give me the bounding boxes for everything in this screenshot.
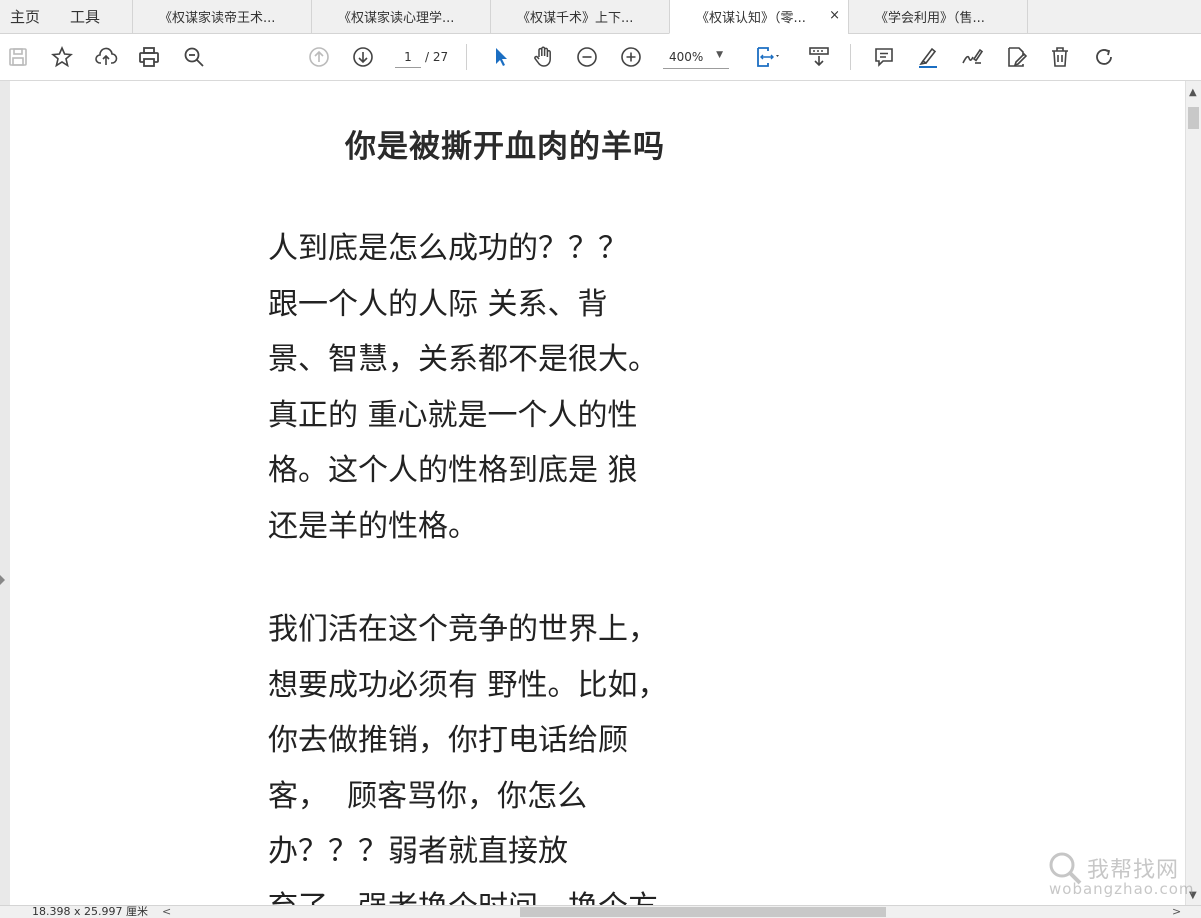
zoom-in-icon[interactable] [617, 43, 645, 71]
document-page: 你是被撕开血肉的羊吗 人到底是怎么成功的？？？ 跟一个人的人际 关系、背 景、智… [10, 81, 1185, 905]
chevron-down-icon: ▼ [716, 50, 723, 60]
text-line: 你去做推销，你打电话给顾 [268, 723, 628, 758]
zoom-search-icon[interactable] [180, 43, 208, 71]
scroll-left-icon[interactable]: < [162, 906, 171, 918]
status-bar: 18.398 x 25.997 厘米 < > [0, 905, 1201, 918]
text-line: 景、智慧，关系都不是很大。 [268, 342, 658, 377]
horizontal-scrollbar-thumb[interactable] [520, 907, 886, 917]
close-tab-icon[interactable]: × [829, 8, 840, 23]
fit-page-icon[interactable] [750, 43, 786, 71]
tab-label: 《权谋家读心理学... [338, 11, 455, 26]
document-title: 你是被撕开血肉的羊吗 [345, 129, 665, 165]
text-line: 我们活在这个竞争的世界上， [268, 612, 658, 647]
text-line: 格。这个人的性格到底是 狼 [268, 453, 638, 488]
tab-label: 《权谋家读帝王术... [159, 11, 276, 26]
tab-bar-filler [1027, 0, 1201, 33]
page-total: / 27 [425, 50, 449, 64]
text-line: 想要成功必须有 野性。比如， [268, 667, 668, 703]
page-down-icon[interactable] [349, 43, 377, 71]
text-line: 人到底是怎么成功的？？？ [268, 231, 628, 266]
watermark-text-en: wobangzhao.com [1049, 880, 1195, 898]
page-number-input[interactable] [395, 46, 421, 68]
tab-label: 《学会利用》（售... [875, 11, 985, 26]
scroll-right-icon[interactable]: > [1172, 906, 1181, 918]
tab-label: 《权谋认知》（零... [696, 11, 806, 26]
edit-icon[interactable] [1002, 43, 1030, 71]
select-arrow-icon[interactable] [486, 43, 514, 71]
toolbar-divider [850, 44, 851, 70]
save-icon[interactable] [4, 43, 32, 71]
comment-icon[interactable] [870, 43, 898, 71]
text-line: 还是羊的性格。 [268, 508, 478, 544]
tab-document-4-active[interactable]: 《权谋认知》（零... × [669, 0, 848, 34]
vertical-scrollbar[interactable]: ▲ ▼ [1185, 81, 1201, 905]
toolbar: / 27 400% ▼ [0, 34, 1201, 81]
tab-document-3[interactable]: 《权谋千术》上下... [490, 0, 669, 33]
text-line: 真正的 重心就是一个人的性 [268, 397, 638, 433]
scrollbar-thumb[interactable] [1188, 107, 1199, 129]
rotate-icon[interactable] [1090, 43, 1118, 71]
tab-bar: 主页 工具 《权谋家读帝王术... 《权谋家读心理学... 《权谋千术》上下..… [0, 0, 1201, 34]
upload-icon[interactable] [92, 43, 120, 71]
paragraph-1: 人到底是怎么成功的？？？ 跟一个人的人际 关系、背 景、智慧，关系都不是很大。 … [268, 221, 738, 554]
menu-home[interactable]: 主页 [0, 0, 58, 33]
page-size-label: 18.398 x 25.997 厘米 [32, 905, 148, 918]
zoom-level-select[interactable]: 400% ▼ [663, 46, 729, 69]
text-line: 客， 顾客骂你，你怎么 [268, 778, 588, 814]
delete-icon[interactable] [1046, 43, 1074, 71]
document-viewport[interactable]: 你是被撕开血肉的羊吗 人到底是怎么成功的？？？ 跟一个人的人际 关系、背 景、智… [0, 81, 1185, 905]
tab-document-1[interactable]: 《权谋家读帝王术... [132, 0, 311, 33]
zoom-out-icon[interactable] [573, 43, 601, 71]
menu-tools[interactable]: 工具 [58, 0, 132, 33]
zoom-level-value: 400% [669, 50, 704, 64]
page-up-icon[interactable] [305, 43, 333, 71]
tab-label: 《权谋千术》上下... [517, 11, 634, 26]
text-line: 跟一个人的人际 关系、背 [268, 286, 608, 322]
text-line: 办？？？弱者就直接放 [268, 834, 568, 869]
sign-icon[interactable] [958, 43, 986, 71]
hand-icon[interactable] [529, 43, 557, 71]
text-line: 弃了，强者换个时间，换个方 [268, 880, 738, 906]
paragraph-2: 我们活在这个竞争的世界上， 想要成功必须有 野性。比如， 你去做推销，你打电话给… [268, 602, 738, 905]
scroll-up-icon[interactable]: ▲ [1189, 87, 1197, 98]
highlight-icon[interactable] [914, 43, 942, 71]
toolbar-divider [466, 44, 467, 70]
panel-expand-icon[interactable] [0, 575, 5, 585]
star-icon[interactable] [48, 43, 76, 71]
tab-document-5[interactable]: 《学会利用》（售... [848, 0, 1027, 33]
print-icon[interactable] [135, 43, 163, 71]
scroll-mode-icon[interactable] [805, 43, 833, 71]
tab-document-2[interactable]: 《权谋家读心理学... [311, 0, 490, 33]
watermark: 我帮找网 wobangzhao.com [1045, 848, 1195, 898]
